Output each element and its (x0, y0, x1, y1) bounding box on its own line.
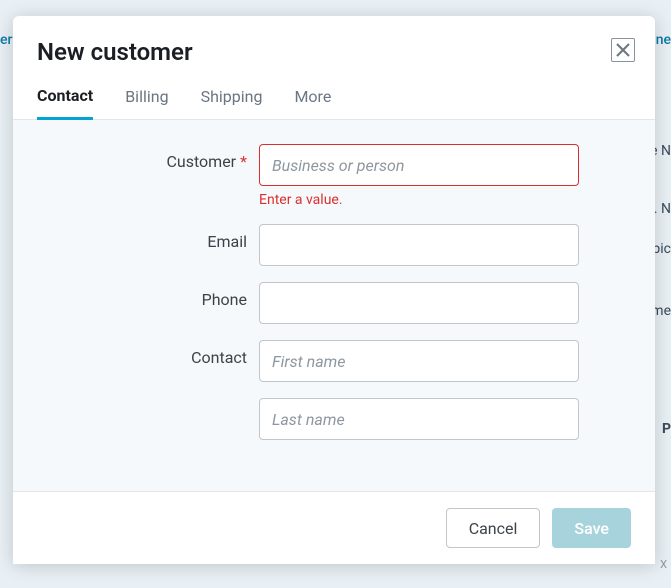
modal-footer: Cancel Save (13, 491, 655, 564)
label-phone: Phone (13, 282, 259, 309)
bg-text: P (662, 421, 671, 437)
phone-input[interactable] (259, 282, 579, 324)
email-input[interactable] (259, 224, 579, 266)
new-customer-modal: New customer Contact Billing Shipping Mo… (13, 16, 655, 564)
form-body: Customer* Enter a value. Email Phone Con… (13, 120, 655, 491)
bg-text: X (660, 558, 667, 571)
bg-text: er (0, 32, 12, 48)
tab-shipping[interactable]: Shipping (201, 86, 263, 119)
row-contact-first: Contact (13, 340, 597, 382)
close-button[interactable] (611, 38, 635, 62)
tab-contact[interactable]: Contact (37, 86, 93, 120)
bg-text: pic (652, 241, 671, 257)
save-button[interactable]: Save (552, 508, 631, 548)
close-icon (615, 42, 631, 58)
label-blank (13, 398, 259, 406)
row-phone: Phone (13, 282, 597, 324)
last-name-input[interactable] (259, 398, 579, 440)
row-contact-last (13, 398, 597, 440)
row-email: Email (13, 224, 597, 266)
label-customer: Customer* (13, 144, 259, 171)
label-contact: Contact (13, 340, 259, 367)
modal-header: New customer (13, 16, 655, 66)
required-mark: * (240, 152, 247, 171)
bg-text: . N (654, 201, 671, 217)
tab-billing[interactable]: Billing (125, 86, 168, 119)
cancel-button[interactable]: Cancel (446, 508, 541, 548)
tab-more[interactable]: More (294, 86, 331, 119)
tabs: Contact Billing Shipping More (13, 66, 655, 120)
first-name-input[interactable] (259, 340, 579, 382)
modal-title: New customer (37, 38, 631, 66)
label-email: Email (13, 224, 259, 251)
customer-error: Enter a value. (259, 192, 579, 208)
row-customer: Customer* Enter a value. (13, 144, 597, 208)
customer-input[interactable] (259, 144, 579, 186)
bg-text: ne (656, 32, 671, 48)
